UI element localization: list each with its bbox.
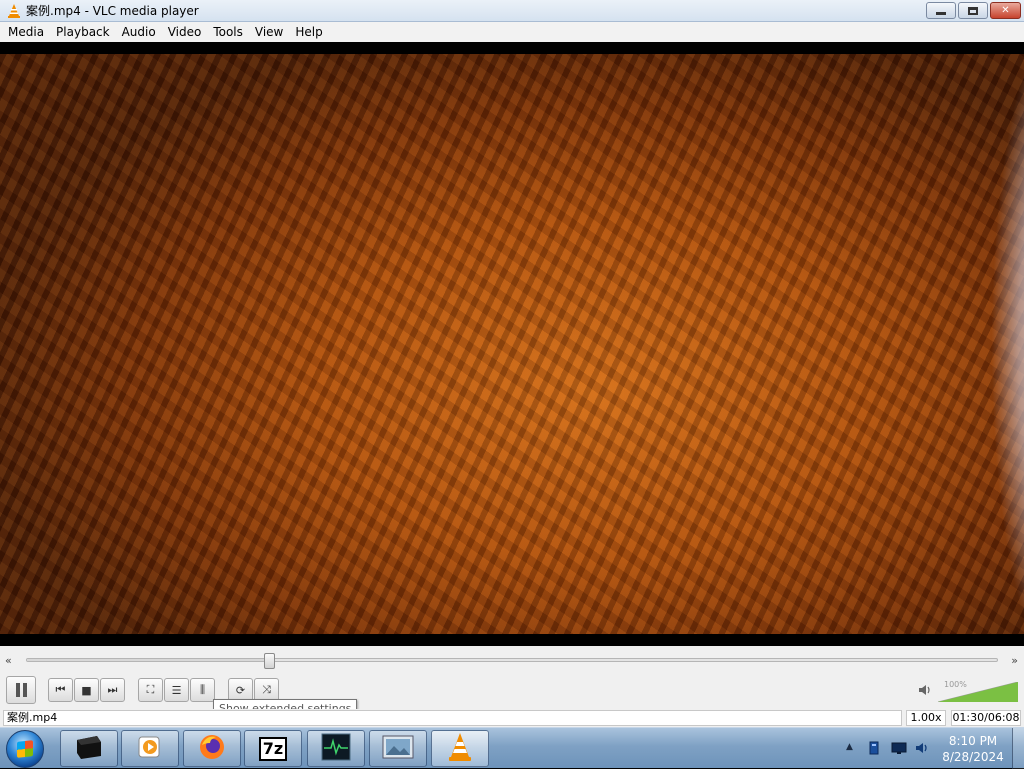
menu-media[interactable]: Media: [2, 22, 50, 42]
terminal-icon: [74, 734, 104, 763]
menu-playback[interactable]: Playback: [50, 22, 116, 42]
menu-audio[interactable]: Audio: [116, 22, 162, 42]
start-button[interactable]: [6, 730, 44, 768]
time-display[interactable]: 01:30/06:08: [951, 710, 1021, 726]
status-filename: 案例.mp4: [3, 710, 902, 726]
taskbar-7zip[interactable]: 7z: [244, 730, 302, 767]
image-viewer-icon: [382, 734, 414, 763]
display-tray-icon[interactable]: [891, 741, 907, 755]
seek-slider[interactable]: [26, 653, 998, 669]
taskbar-monitor[interactable]: [307, 730, 365, 767]
extended-settings-button[interactable]: ⫼: [190, 678, 215, 702]
taskbar-terminal[interactable]: [60, 730, 118, 767]
window-title: 案例.mp4 - VLC media player: [26, 4, 199, 18]
clock-date: 8/28/2024: [942, 750, 1004, 764]
taskbar-firefox[interactable]: [183, 730, 241, 767]
stop-icon: ■: [81, 683, 92, 697]
firefox-icon: [198, 733, 226, 764]
previous-icon: ⏮: [55, 683, 66, 696]
seek-forward-icon[interactable]: »: [1011, 654, 1018, 667]
media-player-icon: [137, 734, 163, 763]
menu-video[interactable]: Video: [162, 22, 208, 42]
speaker-icon[interactable]: [918, 683, 932, 701]
speaker-tray-icon[interactable]: [915, 741, 929, 755]
minimize-icon: [936, 12, 946, 15]
next-icon: ⏭: [107, 683, 118, 696]
video-area[interactable]: [0, 42, 1024, 646]
menu-view[interactable]: View: [249, 22, 289, 42]
close-button[interactable]: ✕: [990, 2, 1021, 19]
vlc-cone-icon: [447, 732, 473, 765]
fullscreen-icon: ⛶: [146, 683, 155, 696]
title-bar[interactable]: 案例.mp4 - VLC media player ✕: [0, 0, 1024, 22]
button-row: ⏮ ■ ⏭ ⛶ ☰ ⫼ ⟳ ⤨ 100%: [0, 676, 1024, 706]
seek-back-icon[interactable]: «: [5, 654, 12, 667]
close-icon: ✕: [1001, 5, 1010, 16]
volume-percent: 100%: [944, 680, 967, 689]
taskbar-media-player[interactable]: [121, 730, 179, 767]
playlist-icon: ☰: [171, 683, 182, 697]
shuffle-icon: ⤨: [262, 683, 271, 696]
show-hidden-icons-icon[interactable]: ▲: [846, 742, 853, 752]
stop-button[interactable]: ■: [74, 678, 99, 702]
show-desktop-button[interactable]: [1012, 728, 1024, 769]
taskbar-image-viewer[interactable]: [369, 730, 427, 767]
pause-button[interactable]: [6, 676, 36, 704]
7zip-icon: 7z: [258, 736, 288, 761]
loop-icon: ⟳: [235, 683, 246, 697]
menu-tools[interactable]: Tools: [207, 22, 249, 42]
equalizer-icon: ⫼: [199, 683, 206, 696]
seek-row: « »: [0, 652, 1024, 669]
clock-time: 8:10 PM: [948, 734, 998, 748]
monitor-icon: [321, 733, 351, 764]
previous-button[interactable]: ⏮: [48, 678, 73, 702]
playlist-button[interactable]: ☰: [164, 678, 189, 702]
maximize-button[interactable]: [958, 2, 988, 19]
taskbar: 7z ▲ 8:10 PM 8/28/2024: [0, 727, 1024, 769]
menu-help[interactable]: Help: [289, 22, 328, 42]
fullscreen-button[interactable]: ⛶: [138, 678, 163, 702]
seek-progress: [27, 659, 269, 661]
pause-icon: [15, 683, 27, 697]
playback-controls: « » ⏮ ■ ⏭ ⛶ ☰ ⫼ ⟳ ⤨ 100%: [0, 646, 1024, 710]
network-tray-icon[interactable]: [867, 741, 881, 755]
next-button[interactable]: ⏭: [100, 678, 125, 702]
seek-handle[interactable]: [264, 653, 275, 669]
menu-bar: Media Playback Audio Video Tools View He…: [0, 22, 1024, 42]
restore-icon: [968, 6, 978, 15]
playback-speed[interactable]: 1.00x: [906, 710, 946, 726]
status-bar: 案例.mp4 1.00x 01:30/06:08: [0, 709, 1024, 727]
vlc-cone-icon: [7, 3, 21, 18]
minimize-button[interactable]: [926, 2, 956, 19]
taskbar-vlc[interactable]: [431, 730, 489, 767]
clock[interactable]: 8:10 PM 8/28/2024: [940, 733, 1006, 765]
video-frame[interactable]: [0, 54, 1024, 634]
